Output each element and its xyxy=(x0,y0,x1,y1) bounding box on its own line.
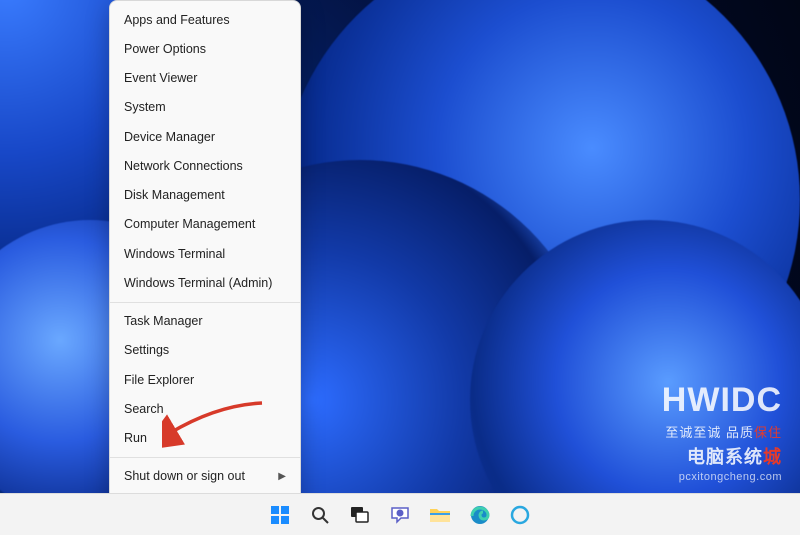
menu-label: Network Connections xyxy=(124,158,243,174)
menu-item-system[interactable]: System xyxy=(110,93,300,122)
menu-item-device-manager[interactable]: Device Manager xyxy=(110,122,300,151)
menu-item-task-manager[interactable]: Task Manager xyxy=(110,307,300,336)
menu-label: Disk Management xyxy=(124,187,225,203)
menu-label: Run xyxy=(124,430,147,446)
edge-icon[interactable] xyxy=(467,502,493,528)
start-icon[interactable] xyxy=(267,502,293,528)
winx-context-menu: Apps and Features Power Options Event Vi… xyxy=(109,0,301,525)
menu-label: Settings xyxy=(124,342,169,358)
menu-label: Power Options xyxy=(124,41,206,57)
menu-label: Device Manager xyxy=(124,129,215,145)
taskbar xyxy=(0,493,800,535)
menu-item-network-connections[interactable]: Network Connections xyxy=(110,151,300,180)
file-explorer-icon[interactable] xyxy=(427,502,453,528)
menu-label: Task Manager xyxy=(124,313,203,329)
menu-item-shut-down-or-sign-out[interactable]: Shut down or sign out ▶ xyxy=(110,462,300,491)
menu-item-windows-terminal-admin[interactable]: Windows Terminal (Admin) xyxy=(110,268,300,297)
menu-item-settings[interactable]: Settings xyxy=(110,336,300,365)
watermark-brand: 电脑系统城 xyxy=(662,443,782,469)
menu-item-file-explorer[interactable]: File Explorer xyxy=(110,365,300,394)
menu-label: Event Viewer xyxy=(124,70,197,86)
chevron-right-icon: ▶ xyxy=(278,470,286,483)
menu-item-event-viewer[interactable]: Event Viewer xyxy=(110,64,300,93)
cortana-icon[interactable] xyxy=(507,502,533,528)
menu-item-windows-terminal[interactable]: Windows Terminal xyxy=(110,239,300,268)
menu-separator xyxy=(110,302,300,303)
watermark-domain: pcxitongcheng.com xyxy=(662,471,782,483)
menu-label: File Explorer xyxy=(124,372,194,388)
menu-label: System xyxy=(124,99,166,115)
menu-item-computer-management[interactable]: Computer Management xyxy=(110,210,300,239)
menu-label: Apps and Features xyxy=(124,12,230,28)
watermark-logo: HWIDC xyxy=(662,381,782,420)
search-icon[interactable] xyxy=(307,502,333,528)
menu-item-search[interactable]: Search xyxy=(110,394,300,423)
menu-label: Shut down or sign out xyxy=(124,468,245,484)
watermark-tagline: 至诚至诚 品质保住 xyxy=(662,422,782,441)
menu-item-apps-and-features[interactable]: Apps and Features xyxy=(110,5,300,34)
menu-label: Search xyxy=(124,401,164,417)
menu-label: Computer Management xyxy=(124,216,255,232)
chat-icon[interactable] xyxy=(387,502,413,528)
menu-label: Windows Terminal (Admin) xyxy=(124,275,272,291)
menu-item-disk-management[interactable]: Disk Management xyxy=(110,181,300,210)
desktop-wallpaper: Apps and Features Power Options Event Vi… xyxy=(0,0,800,535)
task-view-icon[interactable] xyxy=(347,502,373,528)
menu-label: Windows Terminal xyxy=(124,246,225,262)
watermark: HWIDC 至诚至诚 品质保住 电脑系统城 pcxitongcheng.com xyxy=(662,381,782,483)
menu-item-power-options[interactable]: Power Options xyxy=(110,34,300,63)
menu-separator xyxy=(110,457,300,458)
menu-item-run[interactable]: Run xyxy=(110,424,300,453)
